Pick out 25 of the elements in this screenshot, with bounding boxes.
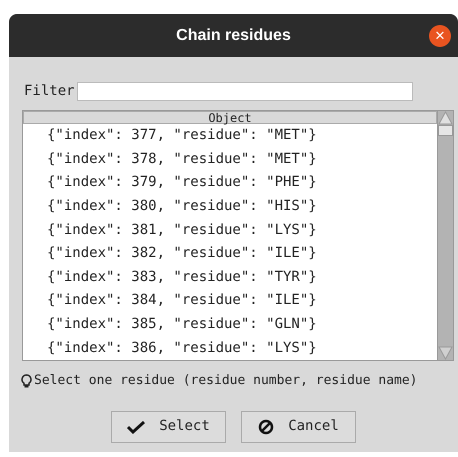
list-row[interactable]: {"index": 378, "residue": "MET"}	[47, 148, 317, 170]
select-button[interactable]: Select	[111, 410, 226, 442]
cancel-button[interactable]: Cancel	[241, 410, 356, 442]
list-row[interactable]: {"index": 381, "residue": "LYS"}	[47, 220, 317, 241]
filter-field[interactable]	[76, 82, 413, 101]
window-title: Chain residues	[176, 26, 291, 46]
list-row[interactable]: {"index": 384, "residue": "ILE"}	[47, 290, 317, 312]
column-header[interactable]: Object	[23, 111, 437, 124]
list-row[interactable]: {"index": 386, "residue": "LYS"}	[47, 338, 317, 359]
list-row[interactable]: {"index": 377, "residue": "MET"}	[47, 125, 317, 146]
list-row[interactable]: {"index": 383, "residue": "TYR"}	[47, 266, 317, 288]
checkmark-icon	[127, 420, 146, 434]
list-row[interactable]: {"index": 382, "residue": "ILE"}	[47, 243, 317, 264]
lightbulb-icon	[21, 374, 32, 388]
list-row[interactable]: {"index": 379, "residue": "PHE"}	[47, 172, 317, 194]
scrollbar[interactable]	[437, 111, 453, 360]
hint-text: Select one residue (residue number, residue name)	[34, 372, 418, 390]
scroll-up-arrow-icon[interactable]	[438, 111, 453, 125]
list-row[interactable]: {"index": 385, "residue": "GLN"}	[47, 314, 317, 336]
scroll-down-arrow-icon[interactable]	[438, 346, 453, 360]
list-row[interactable]: {"index": 380, "residue": "HIS"}	[47, 196, 317, 218]
prohibited-icon	[258, 418, 274, 434]
close-button[interactable]: ×	[429, 25, 451, 47]
filter-label: Filter	[24, 82, 75, 101]
scrollbar-thumb[interactable]	[438, 125, 453, 136]
